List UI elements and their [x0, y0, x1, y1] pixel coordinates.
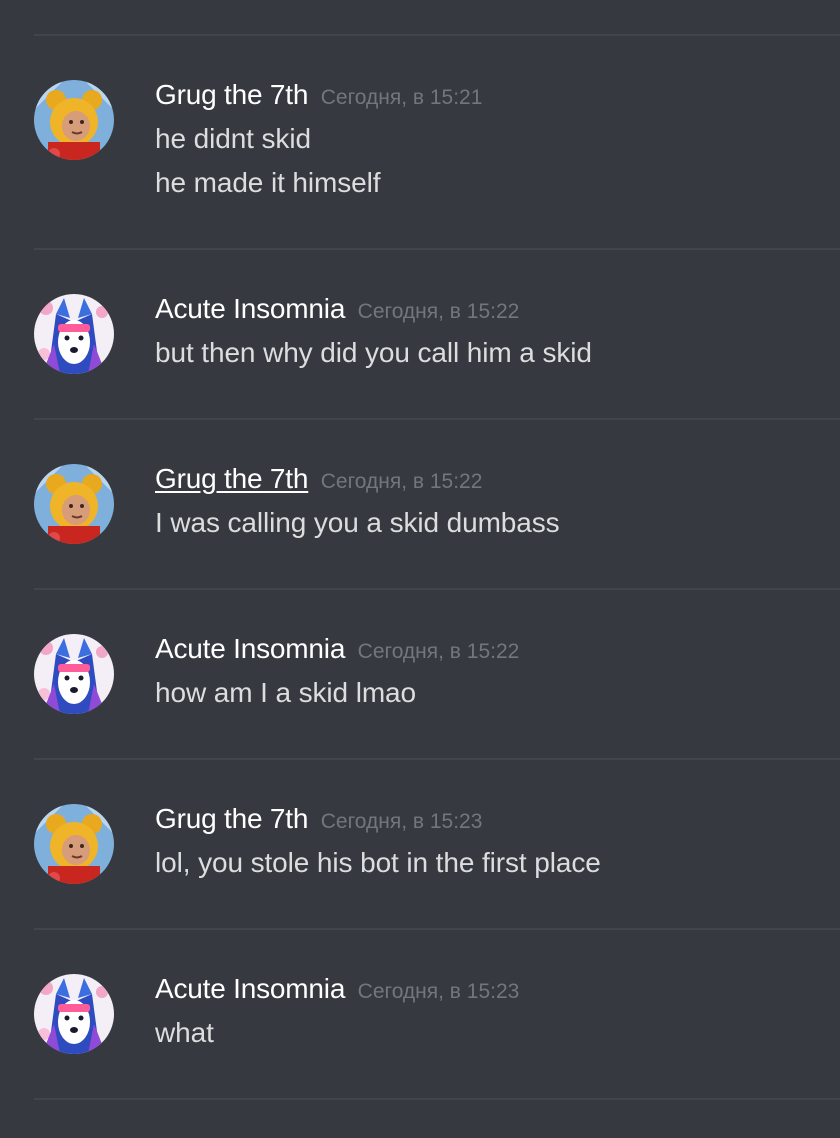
message-text: he made it himself	[155, 167, 381, 198]
username[interactable]: Grug the 7th	[155, 79, 308, 110]
message-header: Grug the 7th Сегодня, в 15:21	[155, 79, 482, 111]
timestamp[interactable]: Сегодня, в 15:23	[321, 810, 483, 833]
timestamp[interactable]: Сегодня, в 15:22	[321, 470, 483, 493]
message-text: but then why did you call him a skid	[155, 337, 592, 368]
timestamp[interactable]: Сегодня, в 15:22	[358, 300, 520, 323]
message-text: what	[155, 1017, 214, 1048]
timestamp[interactable]: Сегодня, в 15:21	[321, 86, 483, 109]
timestamp[interactable]: Сегодня, в 15:22	[358, 640, 520, 663]
message-divider	[34, 1098, 840, 1100]
message-text: how am I a skid lmao	[155, 677, 416, 708]
message-divider	[34, 34, 840, 36]
message-header: Acute Insomnia Сегодня, в 15:22	[155, 293, 519, 325]
message-header: Acute Insomnia Сегодня, в 15:22	[155, 633, 519, 665]
message-header: Grug the 7th Сегодня, в 15:22	[155, 463, 482, 495]
username[interactable]: Grug the 7th	[155, 463, 308, 494]
message-divider	[34, 588, 840, 590]
username[interactable]: Acute Insomnia	[155, 973, 345, 1004]
username[interactable]: Acute Insomnia	[155, 633, 345, 664]
anime-wolf-avatar[interactable]	[34, 974, 114, 1054]
message-divider	[34, 758, 840, 760]
pooh-bear-avatar[interactable]	[34, 804, 114, 884]
pooh-bear-avatar[interactable]	[34, 80, 114, 160]
username[interactable]: Grug the 7th	[155, 803, 308, 834]
anime-wolf-avatar[interactable]	[34, 294, 114, 374]
message-text: lol, you stole his bot in the first plac…	[155, 847, 601, 878]
message-divider	[34, 418, 840, 420]
message-divider	[34, 928, 840, 930]
pooh-bear-avatar[interactable]	[34, 464, 114, 544]
username[interactable]: Acute Insomnia	[155, 293, 345, 324]
anime-wolf-avatar[interactable]	[34, 634, 114, 714]
message-header: Grug the 7th Сегодня, в 15:23	[155, 803, 482, 835]
message-divider	[34, 248, 840, 250]
message-text: he didnt skid	[155, 123, 311, 154]
message-header: Acute Insomnia Сегодня, в 15:23	[155, 973, 519, 1005]
message-text: I was calling you a skid dumbass	[155, 507, 560, 538]
chat-message-list: Grug the 7th Сегодня, в 15:21 he didnt s…	[0, 0, 840, 1138]
timestamp[interactable]: Сегодня, в 15:23	[358, 980, 520, 1003]
